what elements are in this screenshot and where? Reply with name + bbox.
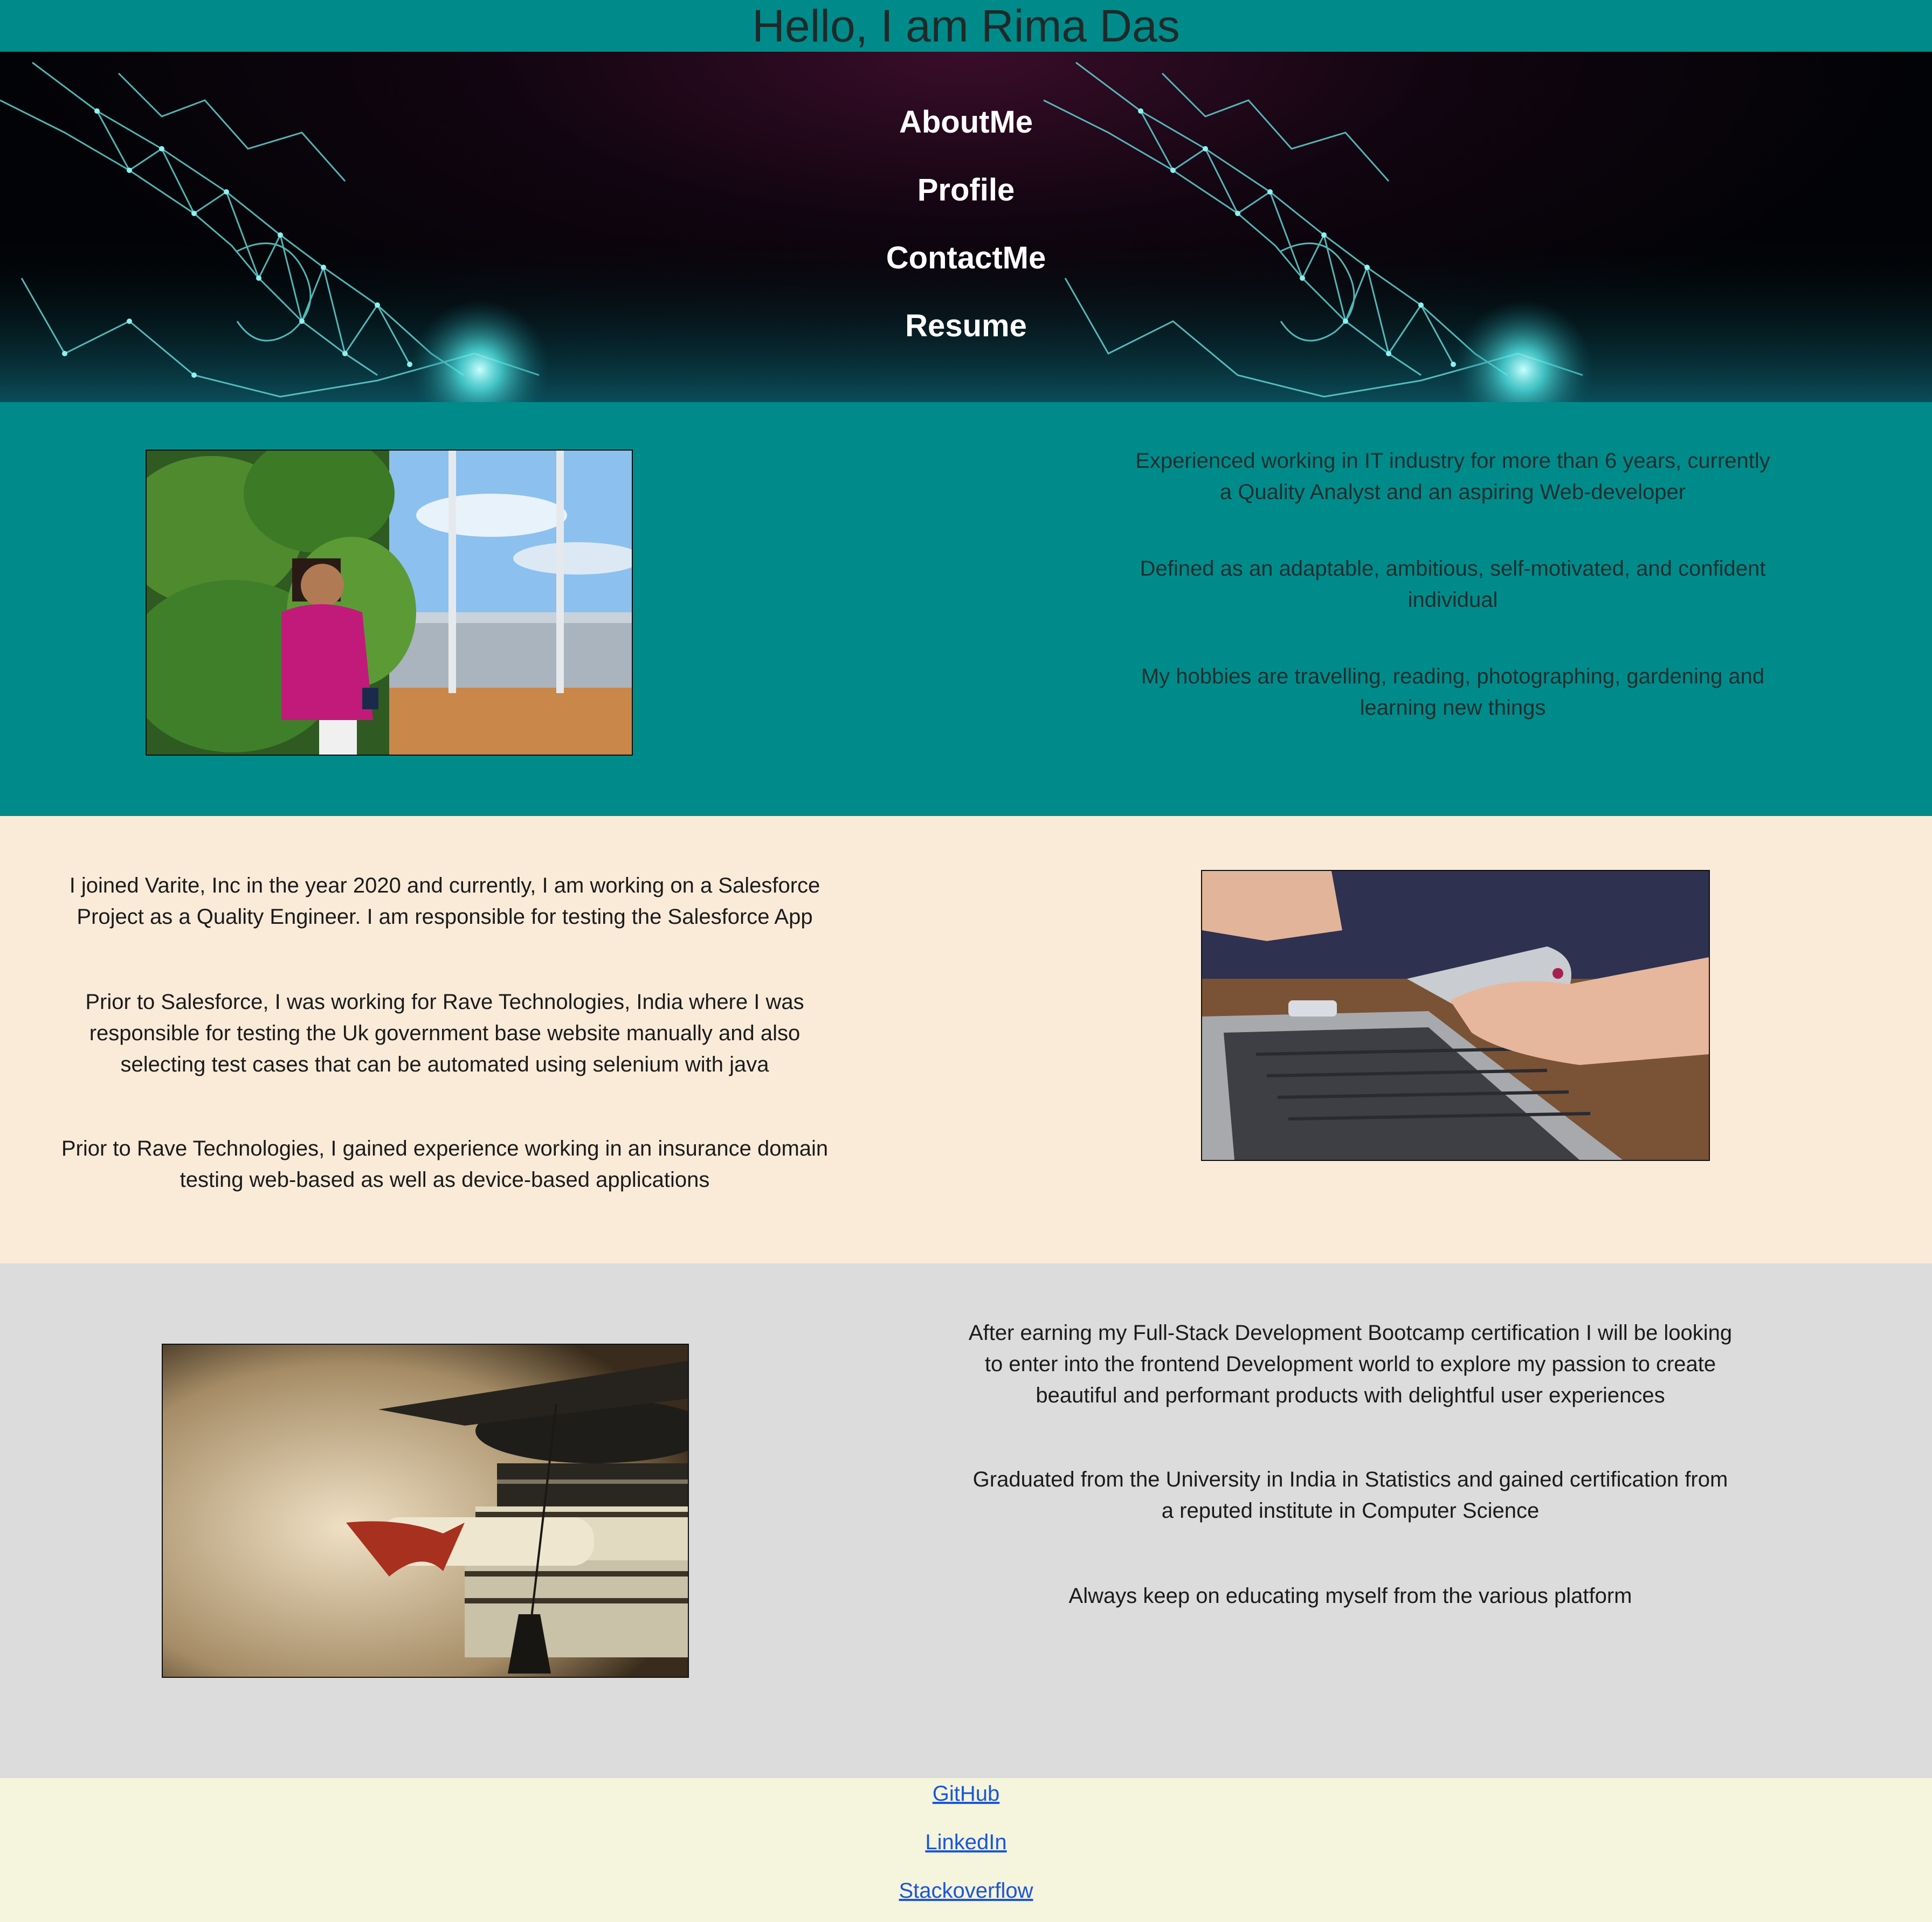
education-paragraph-1: After earning my Full-Stack Development …	[968, 1321, 1733, 1407]
graduation-cap-photo	[162, 1344, 689, 1678]
laptop-phone-photo	[1201, 870, 1710, 1161]
nav-link-contactme[interactable]: ContactMe	[886, 240, 1046, 276]
main-nav: AboutMe Profile ContactMe Resume	[0, 52, 1932, 402]
portrait-photo	[146, 450, 633, 756]
education-section: After earning my Full-Stack Development …	[0, 1263, 1932, 1778]
about-paragraph-1: Experienced working in IT industry for m…	[1135, 449, 1770, 504]
education-paragraph-3: Always keep on educating myself from the…	[1068, 1584, 1632, 1608]
stackoverflow-link[interactable]: Stackoverflow	[899, 1876, 1033, 1905]
nav-link-aboutme[interactable]: AboutMe	[899, 105, 1033, 140]
about-section: Experienced working in IT industry for m…	[0, 402, 1932, 816]
about-paragraph-3: My hobbies are travelling, reading, phot…	[1141, 665, 1765, 720]
about-paragraph-2: Defined as an adaptable, ambitious, self…	[1140, 557, 1766, 612]
profile-paragraph-1: I joined Varite, Inc in the year 2020 an…	[69, 874, 820, 929]
title-bar: Hello, I am Rima Das	[0, 0, 1932, 52]
nav-link-resume[interactable]: Resume	[905, 308, 1027, 344]
profile-paragraph-3: Prior to Rave Technologies, I gained exp…	[61, 1137, 829, 1192]
education-paragraph-2: Graduated from the University in India i…	[972, 1468, 1728, 1523]
github-link[interactable]: GitHub	[933, 1779, 1000, 1808]
profile-paragraph-2: Prior to Salesforce, I was working for R…	[85, 990, 804, 1076]
linkedin-link[interactable]: LinkedIn	[925, 1828, 1006, 1857]
profile-section: I joined Varite, Inc in the year 2020 an…	[0, 816, 1932, 1263]
footer: GitHub LinkedIn Stackoverflow	[0, 1778, 1932, 1922]
nav-link-profile[interactable]: Profile	[917, 172, 1015, 208]
page-title: Hello, I am Rima Das	[752, 1, 1180, 51]
